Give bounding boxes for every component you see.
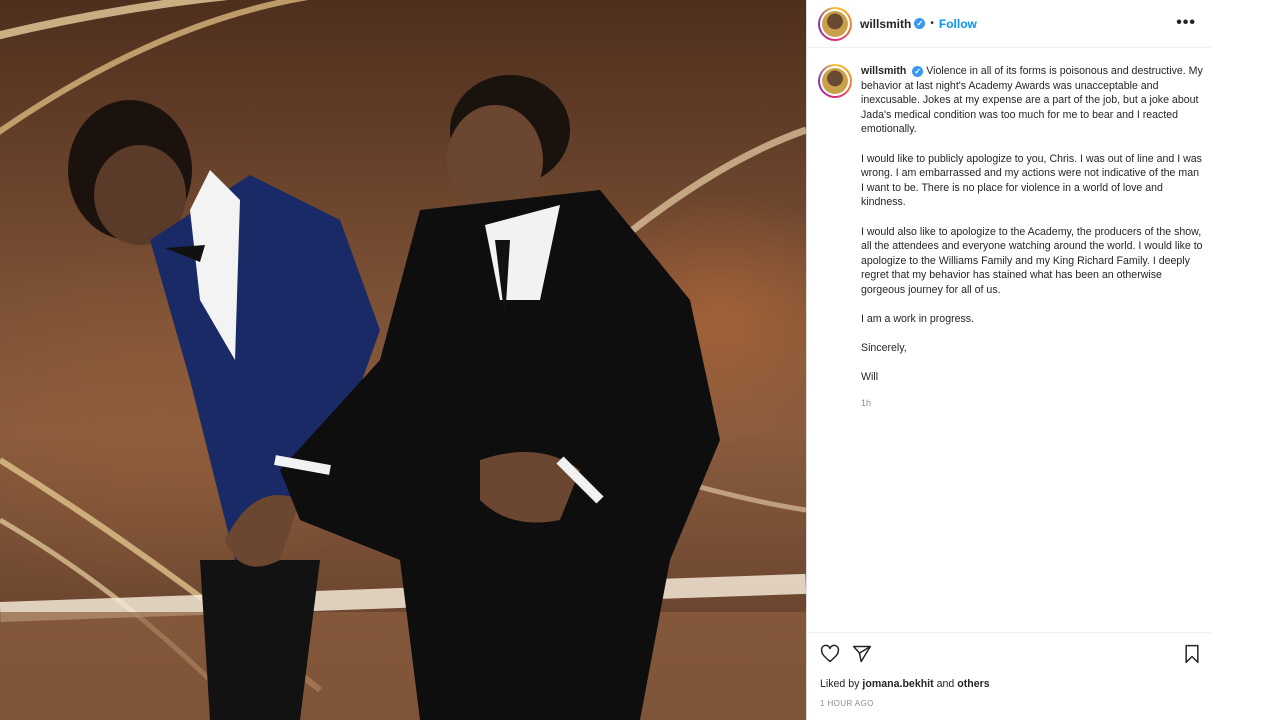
post-timestamp[interactable]: 1 HOUR AGO [820,699,874,708]
caption-avatar[interactable] [818,64,852,98]
verified-badge-icon: ✓ [914,18,926,29]
send-icon[interactable] [852,644,872,669]
follow-button[interactable]: Follow [939,17,977,31]
post-header: willsmith ✓ • Follow ••• [807,0,1212,48]
heart-icon[interactable] [820,644,840,669]
caption-time[interactable]: 1h [861,396,1203,411]
caption-paragraph: I would like to publicly apologize to yo… [861,152,1202,209]
header-username[interactable]: willsmith [860,17,911,31]
liked-and: and [936,678,955,690]
caption-paragraph-text: Violence in all of its forms is poisonou… [861,65,1203,136]
liked-user-link[interactable]: jomana.bekhit [862,678,933,690]
more-options-icon[interactable]: ••• [1176,14,1196,32]
post-photo[interactable] [0,0,806,720]
caption-username[interactable]: willsmith [861,65,906,77]
caption-paragraph: Will [861,371,879,384]
post-side-panel: willsmith ✓ • Follow ••• willsmith ✓ Vio… [806,0,1212,720]
right-gutter [1211,0,1280,720]
caption-paragraph: willsmith ✓ Violence in all of its forms… [861,64,1203,137]
liked-prefix: Liked by [820,678,860,690]
bookmark-icon[interactable] [1182,644,1202,669]
verified-badge-icon: ✓ [912,66,924,77]
liked-by-text: Liked by jomana.bekhit and others [820,678,990,690]
liked-others-link[interactable]: others [957,678,989,690]
caption-paragraph: I am a work in progress. [861,313,975,326]
caption-text: willsmith ✓ Violence in all of its forms… [861,64,1203,410]
post-photo-illustration [0,0,806,720]
caption-paragraph: Sincerely, [861,342,907,355]
avatar[interactable] [818,6,852,41]
header-separator: • [930,18,934,29]
caption-block: willsmith ✓ Violence in all of its forms… [818,64,1208,410]
actions-bar: Liked by jomana.bekhit and others 1 HOUR… [807,632,1212,720]
caption-paragraph: I would also like to apologize to the Ac… [861,225,1203,296]
